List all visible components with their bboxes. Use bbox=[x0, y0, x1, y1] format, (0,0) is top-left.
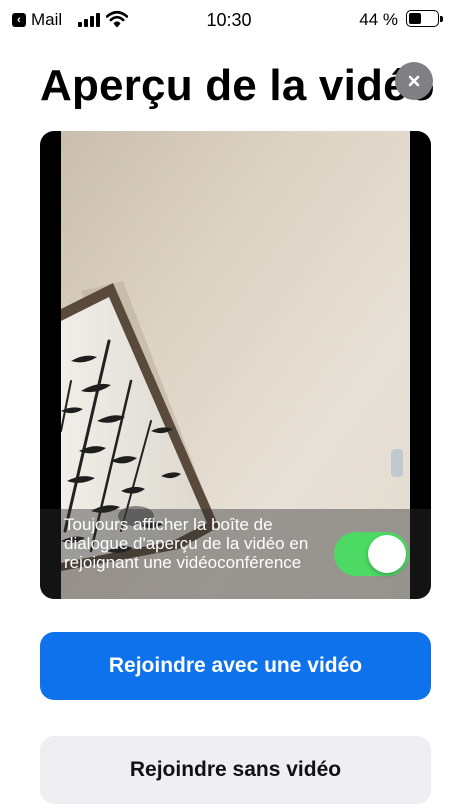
status-bar: ‹ Mail 10:30 44 % bbox=[0, 0, 458, 44]
video-preview: Toujours afficher la boîte de dialogue d… bbox=[40, 131, 431, 599]
always-show-preview-label: Toujours afficher la boîte de dialogue d… bbox=[64, 515, 309, 572]
always-show-preview-toggle[interactable] bbox=[334, 532, 409, 576]
battery-icon bbox=[406, 10, 444, 29]
preview-settings-bar: Toujours afficher la boîte de dialogue d… bbox=[40, 509, 431, 599]
join-with-video-button[interactable]: Rejoindre avec une vidéo bbox=[40, 632, 431, 700]
close-icon bbox=[408, 75, 420, 87]
join-without-video-button[interactable]: Rejoindre sans vidéo bbox=[40, 736, 431, 804]
close-button[interactable] bbox=[395, 62, 433, 100]
battery-percent: 44 % bbox=[359, 10, 398, 29]
toggle-knob bbox=[368, 535, 406, 573]
page-title: Aperçu de la vidéo bbox=[40, 61, 435, 110]
